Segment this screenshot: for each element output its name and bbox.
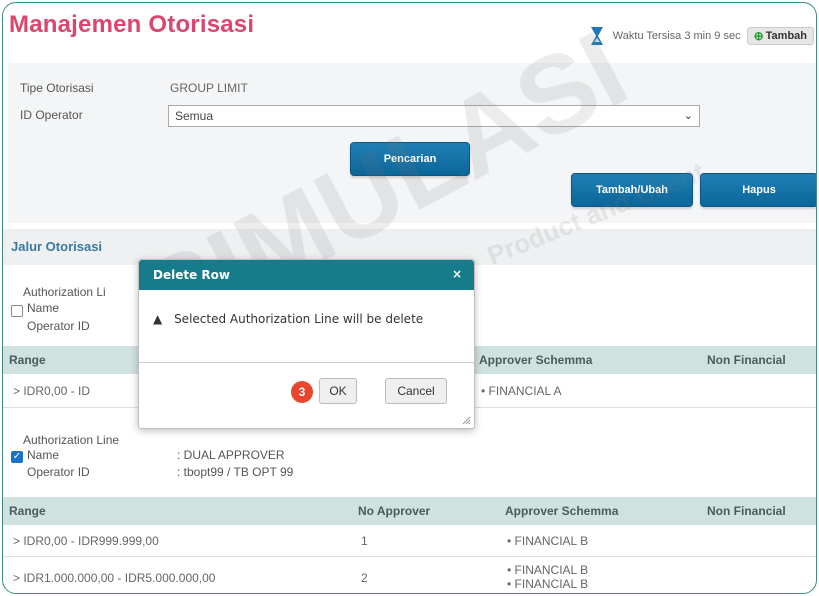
row-range: > IDR0,00 - IDR999.999,00 [13, 534, 159, 548]
col-approver-schemma: Approver Schemma [505, 504, 619, 518]
block1-heading: Authorization Li [23, 285, 106, 299]
delete-button[interactable]: Hapus [700, 173, 816, 207]
operator-label: ID Operator [20, 108, 83, 122]
block2-operator-value: : tbopt99 / TB OPT 99 [177, 465, 294, 479]
timer-text: Waktu Tersisa 3 min 9 sec [612, 30, 741, 42]
search-button[interactable]: Pencarian [350, 142, 470, 176]
operator-select[interactable]: Semua ⌄ [168, 105, 700, 127]
block2-heading: Authorization Line [23, 433, 120, 447]
col-range: Range [9, 353, 46, 367]
add-button-label: Tambah [765, 30, 807, 42]
cancel-button[interactable]: Cancel [385, 378, 447, 404]
close-icon[interactable]: × [452, 267, 462, 281]
resize-grip-icon[interactable] [461, 415, 471, 425]
block2-checkbox[interactable]: ✓ [11, 451, 23, 463]
row-no-approver: 2 [361, 571, 368, 585]
dialog-divider [139, 362, 474, 363]
table-row[interactable]: > IDR0,00 - IDR999.999,00 1 • FINANCIAL … [3, 525, 816, 557]
operator-select-value: Semua [175, 109, 214, 123]
chevron-down-icon: ⌄ [683, 110, 693, 122]
hourglass-icon [590, 27, 603, 45]
warning-icon: ▲ [153, 312, 163, 326]
step-badge: 3 [291, 381, 313, 403]
block2-name-value: : DUAL APPROVER [177, 448, 285, 462]
dialog-header: Delete Row × [139, 260, 474, 290]
col-non-financial: Non Financial [707, 504, 786, 518]
dialog-message-row: ▲ Selected Authorization Line will be de… [153, 312, 423, 326]
type-label: Tipe Otorisasi [20, 81, 94, 95]
add-edit-button[interactable]: Tambah/Ubah [571, 173, 693, 207]
block1-checkbox[interactable] [11, 305, 23, 317]
row-schemma: • FINANCIAL B [507, 577, 589, 591]
row-schemma: • FINANCIAL B [507, 563, 589, 577]
ok-button[interactable]: OK [319, 378, 357, 404]
search-form: Tipe Otorisasi GROUP LIMIT ID Operator S… [8, 63, 816, 223]
type-value: GROUP LIMIT [170, 81, 248, 95]
dialog-title: Delete Row [153, 268, 230, 282]
row-range: > IDR1.000.000,00 - IDR5.000.000,00 [13, 571, 216, 585]
block2-name-label: Name [27, 448, 60, 462]
block2-operator-label: Operator ID [27, 465, 90, 479]
row-no-approver: 1 [361, 534, 368, 548]
row-schemma: • FINANCIAL B [507, 534, 589, 548]
delete-row-dialog: Delete Row × ▲ Selected Authorization Li… [138, 259, 475, 429]
dialog-message: Selected Authorization Line will be dele… [174, 312, 424, 326]
block2-table-header: Range No Approver Approver Schemma Non F… [3, 497, 816, 525]
col-approver-schemma: Approver Schemma [479, 353, 593, 367]
table-row[interactable]: > IDR1.000.000,00 - IDR5.000.000,00 2 • … [3, 557, 816, 593]
col-no-approver: No Approver [358, 504, 431, 518]
block1-operator-label: Operator ID [27, 319, 90, 333]
session-timer: Waktu Tersisa 3 min 9 sec ⊕ Tambah [587, 25, 814, 47]
row-schemma: • FINANCIAL A [481, 384, 562, 398]
col-non-financial: Non Financial [707, 353, 786, 367]
row-range: > IDR0,00 - ID [13, 384, 91, 398]
section-title: Jalur Otorisasi [11, 239, 103, 254]
col-range: Range [9, 504, 46, 518]
add-button[interactable]: ⊕ Tambah [746, 27, 814, 45]
plus-circle-icon: ⊕ [753, 29, 764, 43]
block1-name-label: Name [27, 301, 60, 315]
page-title: Manajemen Otorisasi [9, 11, 255, 38]
app-frame: Manajemen Otorisasi Waktu Tersisa 3 min … [2, 2, 817, 594]
